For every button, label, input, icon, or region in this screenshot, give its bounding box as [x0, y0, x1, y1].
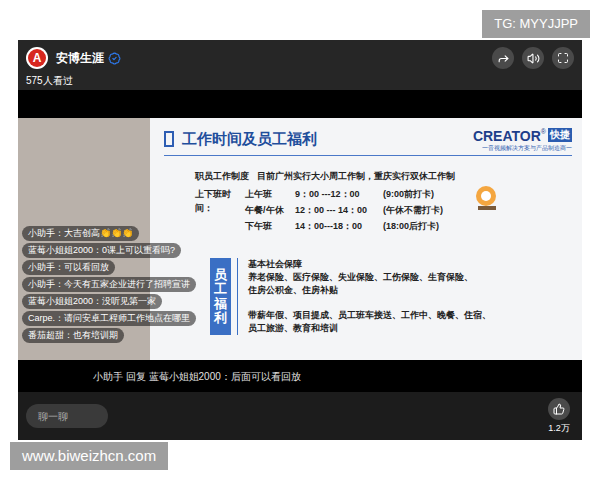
chat-message: Carpe.：请问安卓工程师工作地点在哪里	[22, 311, 196, 326]
schedule-note: (18:00后打卡)	[383, 220, 443, 232]
slide-title: 工作时间及员工福利	[182, 128, 317, 151]
schedule-time: 9：00 ---12：00	[295, 188, 383, 200]
like-count: 1.2万	[548, 422, 570, 434]
schedule-note: (午休不需打卡)	[383, 204, 443, 216]
share-button[interactable]	[492, 47, 514, 69]
video-area: 工作时间及员工福利 CREATOR®快捷一音视频解决方案与产品制造商一职员工作制度…	[18, 118, 582, 360]
work-policy: 职员工作制度目前广州实行大小周工作制，重庆实行双休工作制	[195, 170, 572, 182]
bottom-area: www.biweizhcn.com	[0, 440, 600, 470]
schedule-time: 12：00 --- 14：00	[295, 204, 383, 216]
chat-message: 小助手：可以看回放	[22, 260, 115, 275]
benefit-group: 带薪年假、项目提成、员工班车接送、工作中、晚餐、住宿、员工旅游、教育和培训	[248, 309, 491, 335]
chat-message: 小助手：今天有五家企业进行了招聘宣讲	[22, 277, 196, 292]
channel-logo[interactable]: A	[26, 47, 48, 69]
chat-message: 蓝莓小姐姐2000：0课上可以重看吗?	[22, 243, 181, 258]
player: A 安博生涯 575人看过工作时间及员工福利 CREATOR®快捷一音视频解决方案与产…	[18, 40, 582, 440]
fullscreen-icon	[557, 52, 569, 64]
benefit-line: 住房公积金、住房补贴	[248, 284, 491, 297]
chat-overlay: 小助手：大吉创高👏👏👏 蓝莓小姐姐2000：0课上可以重看吗? 小助手：可以看回放小…	[22, 226, 196, 343]
schedule-note: (9:00前打卡)	[383, 188, 443, 200]
chat-message: 番茄超甜：也有培训期	[22, 328, 124, 343]
benefit-line: 养老保险、医疗保险、失业保险、工伤保险、生育保险、	[248, 271, 491, 284]
reply-message: 小助手 回复 蓝莓小姐姐2000：后面可以看回放	[93, 369, 301, 384]
page: TG: MYYJJPP A 安博生涯 575人看过工作时间及员工福利 CREATOR®快…	[0, 0, 600, 480]
benefit-line: 员工旅游、教育和培训	[248, 322, 491, 335]
watermark: TG: MYYJJPP	[482, 10, 590, 38]
thumbs-up-icon	[553, 403, 565, 415]
benefit-group: 基本社会保障养老保险、医疗保险、失业保险、工伤保险、生育保险、住房公积金、住房补…	[248, 258, 491, 297]
like-button[interactable]	[548, 398, 570, 420]
chat-input[interactable]: 聊一聊	[26, 404, 108, 428]
benefit-line: 基本社会保障	[248, 258, 491, 271]
fullscreen-button[interactable]	[552, 47, 574, 69]
megaphone-icon	[472, 184, 502, 214]
volume-icon	[527, 52, 540, 65]
watermark: www.biweizhcn.com	[10, 442, 168, 470]
bottom-bar: 聊一聊 1.2万	[18, 392, 582, 440]
top-bar: TG: MYYJJPP	[0, 0, 600, 40]
chat-message: 小助手：大吉创高👏👏👏	[22, 226, 139, 241]
schedule-name: 下午班	[245, 220, 295, 232]
share-icon	[497, 52, 510, 65]
reply-strip: 小助手 回复 蓝莓小姐姐2000：后面可以看回放	[18, 360, 582, 392]
view-count: 575人看过	[26, 74, 574, 88]
schedule-name: 上午班	[245, 188, 295, 200]
volume-button[interactable]	[522, 47, 544, 69]
schedule: 上下班时间：上午班9：00 ---12：00(9:00前打卡)午餐/午休12：0…	[195, 188, 572, 232]
brand-logo: CREATOR®快捷一音视频解决方案与产品制造商一	[473, 128, 572, 153]
slide: 工作时间及员工福利 CREATOR®快捷一音视频解决方案与产品制造商一职员工作制度…	[150, 118, 582, 360]
benefit-line: 带薪年假、项目提成、员工班车接送、工作中、晚餐、住宿、	[248, 309, 491, 322]
chat-message: 蓝莓小姐姐2000：没听见第一家	[22, 294, 162, 309]
player-header: A 安博生涯 575人看过	[18, 40, 582, 90]
benefits: 员工福利基本社会保障养老保险、医疗保险、失业保险、工伤保险、生育保险、住房公积金…	[210, 258, 572, 335]
channel-name[interactable]: 安博生涯	[56, 49, 104, 67]
verified-icon	[108, 52, 121, 65]
schedule-time: 14：00---18：00	[295, 220, 383, 232]
benefits-label: 员工福利	[210, 258, 231, 335]
schedule-name: 午餐/午休	[245, 204, 295, 216]
